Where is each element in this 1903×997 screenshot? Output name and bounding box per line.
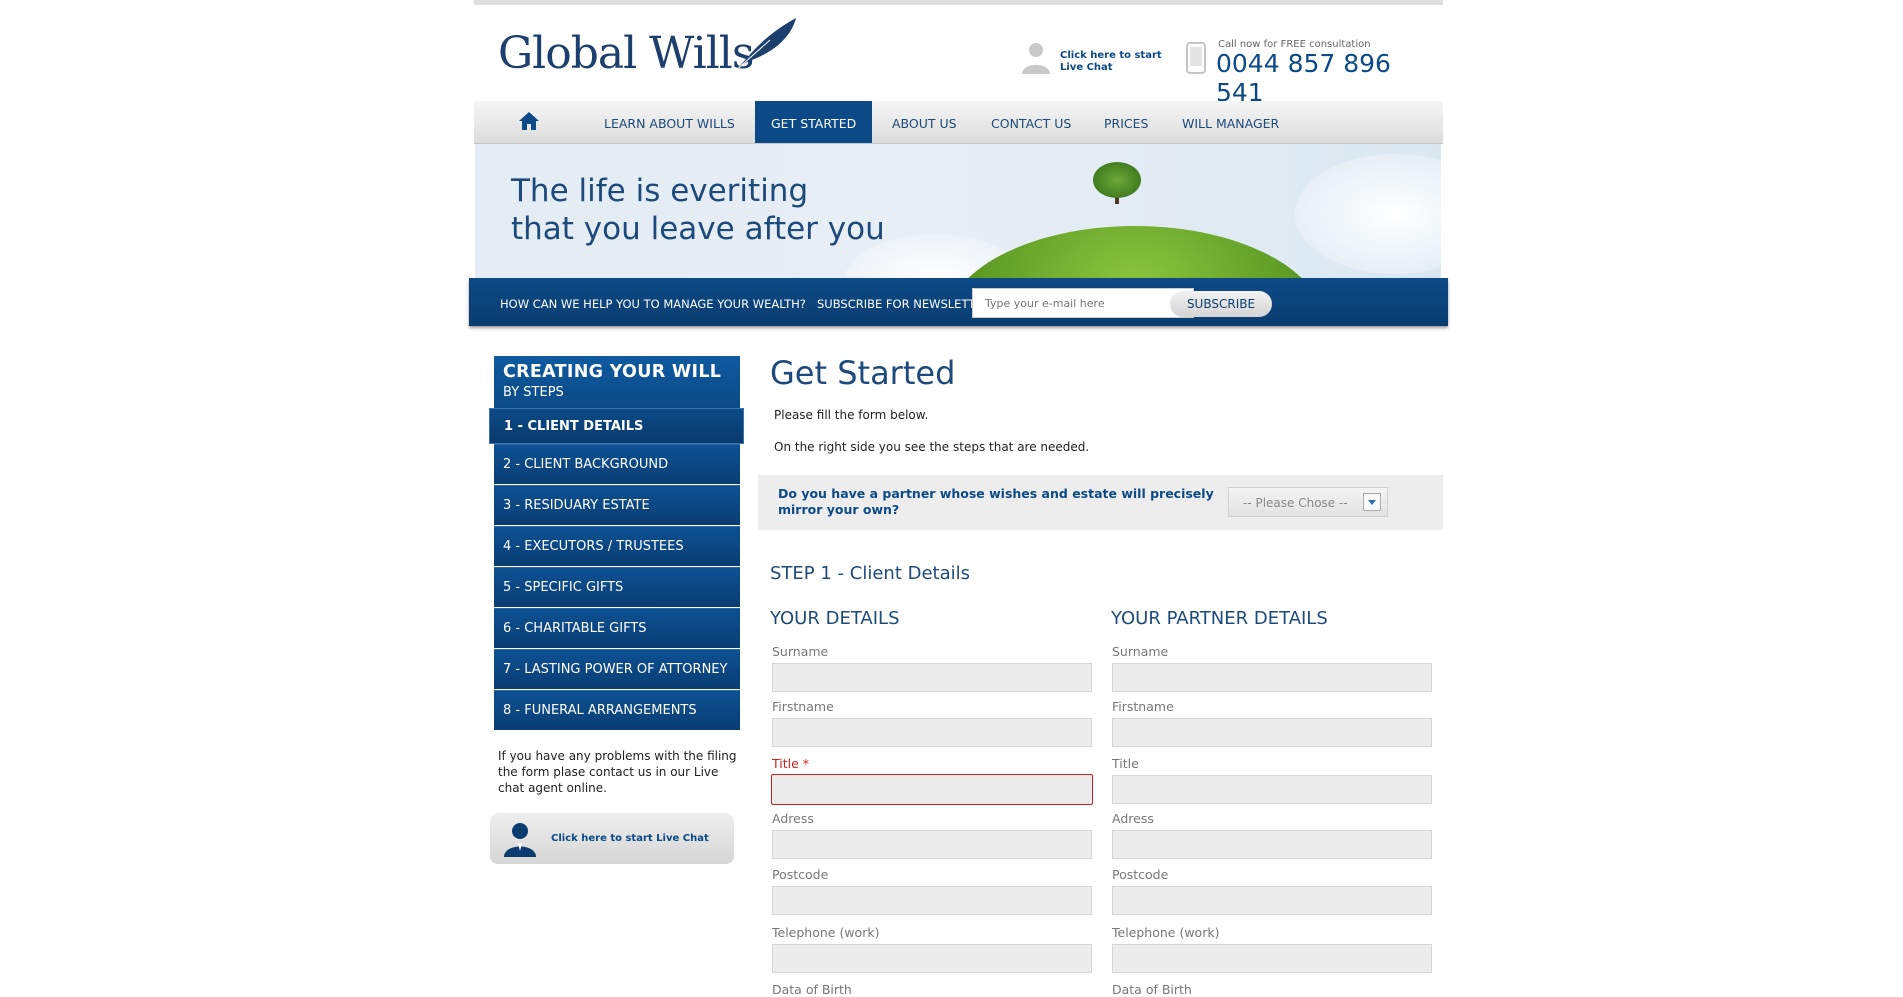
banner-line-2: that you leave after you	[511, 211, 885, 247]
partner-telephone-work-label: Telephone (work)	[1112, 925, 1220, 940]
intro-text-1: Please fill the form below.	[774, 408, 929, 422]
firstname-label: Firstname	[772, 699, 834, 714]
page-wrapper: Global Wills Click here to start Live Ch…	[469, 0, 1448, 997]
hero-banner: The life is everiting that you leave aft…	[475, 144, 1441, 278]
telephone-work-label: Telephone (work)	[772, 925, 880, 940]
partner-select[interactable]: -- Please Chose --	[1228, 487, 1388, 517]
sidebar-subtitle: BY STEPS	[503, 385, 564, 400]
banner-line-1: The life is everiting	[511, 173, 809, 209]
newsletter-label: SUBSCRIBE FOR NEWSLETTER	[817, 297, 991, 311]
partner-address-input[interactable]	[1112, 830, 1432, 859]
sidebar-step-lasting-power-of-attorney[interactable]: 7 - LASTING POWER OF ATTORNEY	[494, 649, 740, 689]
intro-text-2: On the right side you see the steps that…	[774, 440, 1090, 454]
postcode-input[interactable]	[772, 886, 1092, 915]
nav-contact-us[interactable]: CONTACT US	[991, 101, 1071, 143]
subscribe-button[interactable]: SUBSCRIBE	[1170, 291, 1272, 317]
logo[interactable]: Global Wills	[498, 28, 754, 79]
required-marker: *	[802, 756, 810, 771]
telephone-work-input[interactable]	[772, 944, 1092, 973]
newsletter-bar: HOW CAN WE HELP YOU TO MANAGE YOUR WEALT…	[469, 278, 1448, 326]
surname-input[interactable]	[772, 663, 1092, 692]
sidebar-step-residuary-estate[interactable]: 3 - RESIDUARY ESTATE	[494, 485, 740, 525]
address-input[interactable]	[772, 830, 1092, 859]
sidebar-step-client-background[interactable]: 2 - CLIENT BACKGROUND	[494, 444, 740, 484]
partner-title-label: Title	[1112, 756, 1139, 771]
title-label-text: Title	[772, 756, 799, 771]
nav-get-started[interactable]: GET STARTED	[755, 101, 873, 143]
partner-select-value[interactable]: -- Please Chose --	[1243, 496, 1348, 510]
phone-icon	[1186, 42, 1206, 74]
newsletter-email-input[interactable]	[972, 288, 1194, 318]
partner-date-of-birth-label: Data of Birth	[1112, 982, 1192, 997]
partner-firstname-label: Firstname	[1112, 699, 1174, 714]
header-live-chat-link[interactable]: Click here to start Live Chat	[1060, 50, 1170, 74]
live-chat-person-icon[interactable]	[1019, 40, 1053, 74]
address-label: Adress	[772, 811, 814, 826]
banner-cloud	[1295, 154, 1441, 274]
sidebar-live-chat-label[interactable]: Click here to start Live Chat	[551, 833, 709, 844]
banner-tree-icon	[1093, 162, 1141, 198]
sidebar-step-specific-gifts[interactable]: 5 - SPECIFIC GIFTS	[494, 567, 740, 607]
sidebar-step-funeral-arrangements[interactable]: 8 - FUNERAL ARRANGEMENTS	[494, 690, 740, 730]
partner-question-box: Do you have a partner whose wishes and e…	[758, 475, 1443, 530]
partner-telephone-work-input[interactable]	[1112, 944, 1432, 973]
home-icon[interactable]	[518, 111, 540, 131]
partner-firstname-input[interactable]	[1112, 718, 1432, 747]
your-details-heading: YOUR DETAILS	[770, 608, 900, 629]
postcode-label: Postcode	[772, 867, 829, 882]
partner-postcode-input[interactable]	[1112, 886, 1432, 915]
sidebar-header: CREATING YOUR WILL BY STEPS	[494, 356, 740, 408]
sidebar-step-executors-trustees[interactable]: 4 - EXECUTORS / TRUSTEES	[494, 526, 740, 566]
nav-will-manager[interactable]: WILL MANAGER	[1182, 101, 1279, 143]
sidebar-title: CREATING YOUR WILL	[503, 362, 722, 382]
sidebar-help-note: If you have any problems with the filing…	[498, 749, 737, 795]
partner-title-input[interactable]	[1112, 775, 1432, 804]
partner-surname-input[interactable]	[1112, 663, 1432, 692]
firstname-input[interactable]	[772, 718, 1092, 747]
partner-postcode-label: Postcode	[1112, 867, 1169, 882]
feather-icon	[733, 18, 796, 73]
nav-learn-about-wills[interactable]: LEARN ABOUT WILLS	[604, 101, 735, 143]
chat-line-1[interactable]: Click here to start	[1060, 50, 1170, 62]
date-of-birth-label: Data of Birth	[772, 982, 852, 997]
main-nav: LEARN ABOUT WILLS GET STARTED ABOUT US C…	[474, 101, 1443, 144]
newsletter-question: HOW CAN WE HELP YOU TO MANAGE YOUR WEALT…	[500, 297, 806, 311]
nav-prices[interactable]: PRICES	[1104, 101, 1148, 143]
chat-line-2[interactable]: Live Chat	[1060, 62, 1170, 74]
step-heading: STEP 1 - Client Details	[770, 563, 970, 584]
partner-surname-label: Surname	[1112, 644, 1169, 659]
sidebar-step-charitable-gifts[interactable]: 6 - CHARITABLE GIFTS	[494, 608, 740, 648]
page-title: Get Started	[770, 354, 956, 392]
nav-about-us[interactable]: ABOUT US	[892, 101, 957, 143]
top-strip	[474, 0, 1443, 5]
sidebar-step-client-details[interactable]: 1 - CLIENT DETAILS	[489, 408, 744, 444]
surname-label: Surname	[772, 644, 829, 659]
banner-tagline: The life is everiting that you leave aft…	[511, 172, 885, 248]
partner-address-label: Adress	[1112, 811, 1154, 826]
title-input[interactable]	[771, 774, 1093, 805]
agent-person-icon	[504, 823, 536, 857]
partner-question: Do you have a partner whose wishes and e…	[778, 486, 1214, 517]
title-label: Title *	[772, 756, 809, 771]
phone-number[interactable]: 0044 857 896 541	[1216, 49, 1443, 107]
partner-details-heading: YOUR PARTNER DETAILS	[1111, 608, 1328, 629]
chevron-down-icon[interactable]	[1363, 493, 1381, 511]
sidebar-live-chat-button[interactable]: Click here to start Live Chat	[490, 813, 734, 864]
